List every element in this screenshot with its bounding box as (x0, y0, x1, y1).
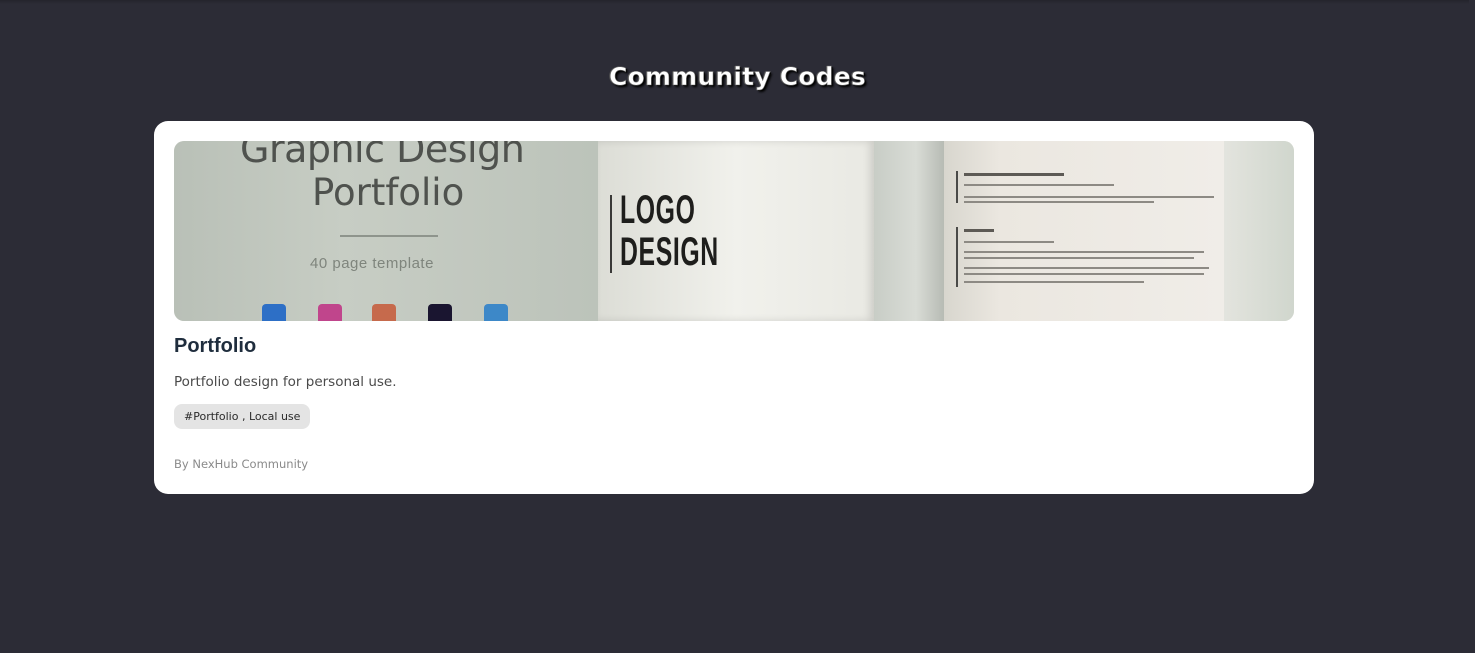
logo-text-line2: DESIGN (620, 230, 719, 274)
scrollbar[interactable] (1469, 0, 1475, 653)
thumbnail-text-page-panel (944, 141, 1224, 321)
text-line (964, 184, 1114, 186)
text-line (964, 241, 1054, 243)
card-author: By NexHub Community (174, 457, 309, 471)
card-description: Portfolio design for personal use. (174, 374, 397, 390)
text-page-accent-1 (956, 171, 958, 203)
illustrator-icon (372, 304, 396, 321)
text-line (964, 273, 1204, 275)
thumbnail-logo-panel: LOGO DESIGN (598, 141, 874, 321)
thumbnail-caption: 40 page template (310, 255, 434, 272)
premiere-icon (428, 304, 452, 321)
logo-text-line1: LOGO (620, 188, 696, 232)
text-line (964, 267, 1209, 269)
text-line (964, 251, 1204, 253)
portfolio-thumbnail[interactable]: Graphic Design Portfolio 40 page templat… (174, 141, 1294, 321)
text-line (964, 229, 994, 232)
portfolio-card[interactable]: Graphic Design Portfolio 40 page templat… (154, 121, 1314, 494)
indesign-icon (318, 304, 342, 321)
text-page-accent-2 (956, 227, 958, 287)
thumbnail-cover-panel: Graphic Design Portfolio 40 page templat… (174, 141, 598, 321)
tag-badge[interactable]: #Portfolio , Local use (174, 404, 311, 429)
thumbnail-heading-line1: Graphic Design (240, 141, 525, 171)
thumbnail-edge-panel (1224, 141, 1294, 321)
thumbnail-heading-line2: Portfolio (312, 171, 465, 214)
thumbnail-spine-panel (874, 141, 944, 321)
photoshop-icon (262, 304, 286, 321)
card-title[interactable]: Portfolio (174, 335, 256, 358)
logo-accent-bar (610, 195, 612, 273)
page-title: Community Codes (609, 62, 866, 92)
thumbnail-divider (340, 235, 438, 237)
text-line (964, 201, 1154, 203)
text-line (964, 196, 1214, 198)
text-line (964, 173, 1064, 176)
text-line (964, 281, 1144, 283)
top-shadow (0, 0, 1475, 4)
thumbnail-logo-text: LOGO DESIGN (620, 189, 719, 273)
lightroom-icon (484, 304, 508, 321)
text-line (964, 257, 1194, 259)
